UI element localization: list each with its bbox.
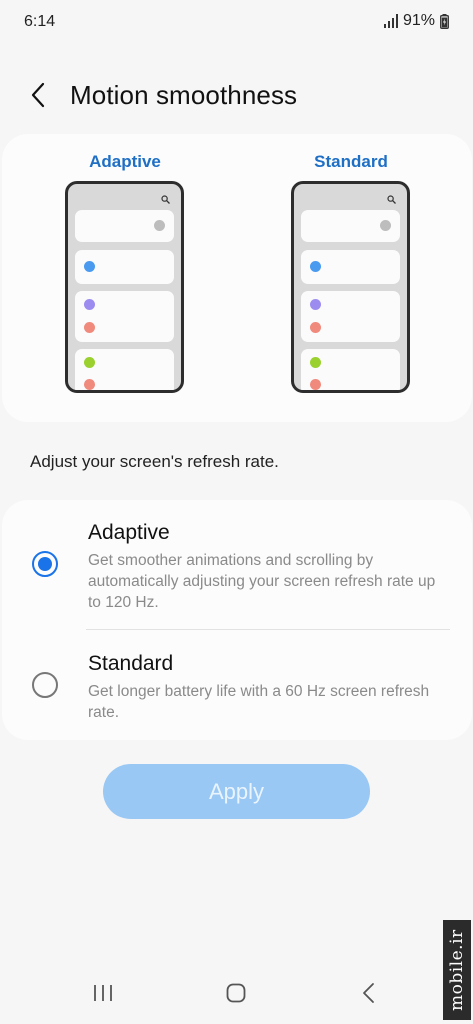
- phone-card: [75, 291, 174, 342]
- option-description: Get smoother animations and scrolling by…: [88, 552, 436, 611]
- dot-salmon: [84, 379, 95, 390]
- refresh-rate-options: Adaptive Get smoother animations and scr…: [2, 500, 472, 740]
- phone-illustration: [65, 181, 184, 393]
- apply-button[interactable]: Apply: [103, 764, 370, 819]
- option-title: Standard: [88, 652, 174, 675]
- preview-card: Adaptive Standard: [2, 134, 472, 422]
- phone-card: [75, 250, 174, 284]
- dot-green: [84, 357, 95, 368]
- battery-percent: 91%: [402, 12, 435, 29]
- back-icon: [363, 983, 374, 1003]
- search-icon: [387, 195, 396, 204]
- preview-label-standard: Standard: [314, 152, 388, 171]
- option-adaptive[interactable]: Adaptive Get smoother animations and scr…: [2, 500, 472, 629]
- status-bar: 6:14 91%: [0, 0, 473, 44]
- home-button[interactable]: [221, 980, 251, 1006]
- recent-apps-icon: [94, 985, 112, 1001]
- phone-card: [301, 349, 400, 390]
- navigation-bar: [0, 970, 473, 1024]
- dot-blue: [84, 261, 95, 272]
- status-time: 6:14: [24, 13, 56, 30]
- phone-illustration: [291, 181, 410, 393]
- dot-salmon: [310, 379, 321, 390]
- radio-standard[interactable]: [32, 672, 58, 698]
- battery-icon: [440, 13, 449, 29]
- status-indicators: 91%: [383, 12, 449, 30]
- option-title: Adaptive: [88, 521, 170, 544]
- dot-gray: [380, 220, 391, 231]
- search-icon: [161, 195, 170, 204]
- dot-green: [310, 357, 321, 368]
- phone-card: [75, 210, 174, 242]
- back-button[interactable]: [24, 80, 54, 110]
- radio-adaptive[interactable]: [32, 551, 58, 577]
- home-icon: [226, 983, 246, 1003]
- page-title: Motion smoothness: [70, 80, 298, 110]
- phone-card: [301, 210, 400, 242]
- dot-salmon: [84, 322, 95, 333]
- option-standard[interactable]: Standard Get longer battery life with a …: [2, 630, 472, 740]
- recent-apps-button[interactable]: [88, 980, 118, 1006]
- header: Motion smoothness: [0, 70, 473, 122]
- section-subtitle: Adjust your screen's refresh rate.: [30, 452, 279, 471]
- back-arrow-icon: [31, 82, 45, 108]
- dot-gray: [154, 220, 165, 231]
- option-description: Get longer battery life with a 60 Hz scr…: [88, 683, 430, 721]
- phone-card: [301, 250, 400, 284]
- dot-purple: [310, 299, 321, 310]
- dot-purple: [84, 299, 95, 310]
- back-nav-button[interactable]: [354, 980, 384, 1006]
- signal-icon: [383, 14, 398, 28]
- dot-salmon: [310, 322, 321, 333]
- phone-card: [75, 349, 174, 390]
- preview-label-adaptive: Adaptive: [89, 152, 161, 171]
- watermark: mobile.ir: [443, 920, 471, 1020]
- phone-card: [301, 291, 400, 342]
- dot-blue: [310, 261, 321, 272]
